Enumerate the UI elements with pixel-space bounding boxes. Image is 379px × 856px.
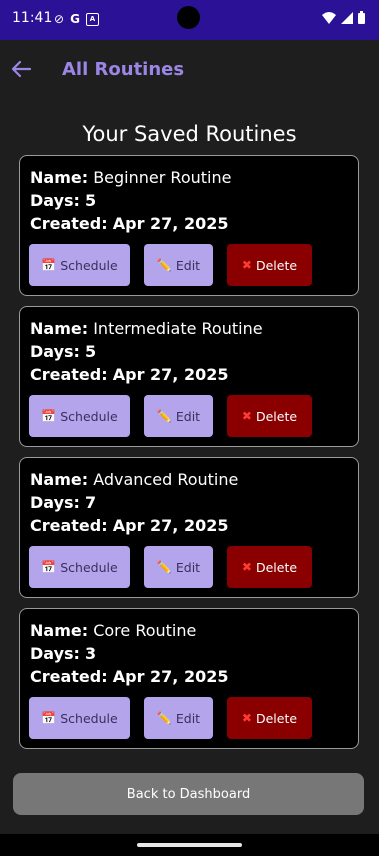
routine-days-line: Days: 7 [30,493,96,512]
routine-created: Apr 27, 2025 [112,214,229,233]
signal-icon [341,11,353,24]
pencil-icon: ✏️ [156,258,172,272]
routine-name-line: Name: Intermediate Routine [30,319,263,338]
page-title: All Routines [62,59,185,80]
routine-days-line: Days: 3 [30,644,96,663]
routine-days-line: Days: 5 [30,342,96,361]
delete-label: Delete [255,559,298,575]
delete-label: Delete [255,408,298,424]
routine-created-line: Created: Apr 27, 2025 [30,365,228,384]
schedule-button[interactable]: 📅 Schedule [29,546,130,588]
name-label: Name: [30,319,89,338]
x-icon: ✖ [241,409,252,423]
schedule-button[interactable]: 📅 Schedule [29,244,130,286]
routine-name: Beginner Routine [93,168,232,187]
system-icons [322,11,365,24]
routine-name-line: Name: Core Routine [30,621,196,640]
calendar-icon: 📅 [41,258,57,272]
routine-card: Name: Advanced Routine Days: 7 Created: … [19,457,359,598]
routine-created-line: Created: Apr 27, 2025 [30,214,228,233]
calendar-icon: 📅 [41,409,57,423]
calendar-icon: 📅 [41,560,57,574]
back-to-dashboard-label: Back to Dashboard [126,786,251,802]
created-label: Created: [30,667,108,686]
name-label: Name: [30,621,89,640]
edit-label: Edit [175,408,201,424]
camera-cutout [177,6,200,29]
routine-card: Name: Intermediate Routine Days: 5 Creat… [19,306,359,447]
x-icon: ✖ [241,711,252,725]
google-icon: G [70,12,80,26]
edit-button[interactable]: ✏️ Edit [144,697,213,739]
routine-days-line: Days: 5 [30,191,96,210]
created-label: Created: [30,365,108,384]
routine-name: Core Routine [93,621,197,640]
app-bar: All Routines [0,40,379,102]
routine-created: Apr 27, 2025 [112,516,229,535]
schedule-label: Schedule [60,710,118,726]
routine-created: Apr 27, 2025 [112,365,229,384]
routine-name: Advanced Routine [93,470,239,489]
wifi-icon [322,11,336,24]
routine-created-line: Created: Apr 27, 2025 [30,516,228,535]
delete-button[interactable]: ✖ Delete [227,244,312,286]
edit-label: Edit [175,710,201,726]
routine-name: Intermediate Routine [93,319,263,338]
routine-name-line: Name: Beginner Routine [30,168,231,187]
name-label: Name: [30,168,89,187]
edit-label: Edit [175,257,201,273]
routine-name-line: Name: Advanced Routine [30,470,238,489]
routine-created: Apr 27, 2025 [112,667,229,686]
battery-icon [358,11,365,24]
schedule-label: Schedule [60,257,118,273]
delete-label: Delete [255,257,298,273]
schedule-button[interactable]: 📅 Schedule [29,395,130,437]
section-heading: Your Saved Routines [82,122,297,146]
days-label: Days: [30,493,80,512]
edit-button[interactable]: ✏️ Edit [144,546,213,588]
x-icon: ✖ [241,258,252,272]
status-time: 11:41 [12,10,53,26]
routine-days: 7 [85,493,97,512]
pencil-icon: ✏️ [156,409,172,423]
routine-days: 5 [85,191,97,210]
delete-button[interactable]: ✖ Delete [227,546,312,588]
delete-button[interactable]: ✖ Delete [227,395,312,437]
days-label: Days: [30,191,80,210]
edit-button[interactable]: ✏️ Edit [144,244,213,286]
created-label: Created: [30,214,108,233]
routine-card: Name: Beginner Routine Days: 5 Created: … [19,155,359,296]
created-label: Created: [30,516,108,535]
days-label: Days: [30,342,80,361]
routine-days: 3 [85,644,97,663]
schedule-label: Schedule [60,408,118,424]
pencil-icon: ✏️ [156,711,172,725]
status-bar: 11:41 ⊘ G A [0,0,379,40]
pencil-icon: ✏️ [156,560,172,574]
back-to-dashboard-button[interactable]: Back to Dashboard [13,773,364,815]
notification-icons: ⊘ G A [54,11,99,27]
home-gesture-handle[interactable] [137,843,242,847]
routine-card: Name: Core Routine Days: 3 Created: Apr … [19,608,359,749]
routine-created-line: Created: Apr 27, 2025 [30,667,228,686]
edit-label: Edit [175,559,201,575]
days-label: Days: [30,644,80,663]
schedule-button[interactable]: 📅 Schedule [29,697,130,739]
back-arrow-icon[interactable] [10,58,32,80]
delete-button[interactable]: ✖ Delete [227,697,312,739]
routine-days: 5 [85,342,97,361]
a-notification-icon: A [85,12,99,26]
delete-label: Delete [255,710,298,726]
shield-off-icon: ⊘ [54,12,65,26]
name-label: Name: [30,470,89,489]
calendar-icon: 📅 [41,711,57,725]
schedule-label: Schedule [60,559,118,575]
edit-button[interactable]: ✏️ Edit [144,395,213,437]
x-icon: ✖ [241,560,252,574]
